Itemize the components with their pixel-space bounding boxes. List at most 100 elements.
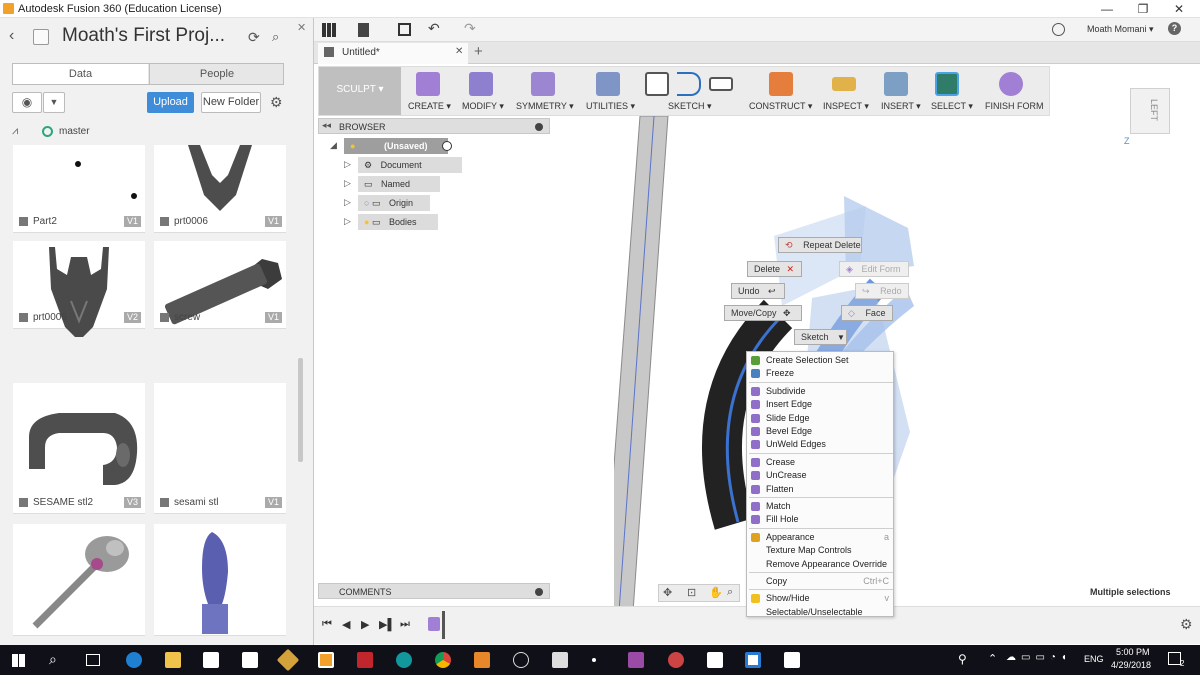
refresh-icon[interactable]: ⟳ [248, 29, 260, 46]
solidworks-icon[interactable] [357, 652, 373, 668]
expand-arrow-icon[interactable]: ▷ [344, 178, 351, 189]
timeline-settings-gear-icon[interactable]: ⚙ [1180, 616, 1193, 633]
viewcube-face-label[interactable]: LEFT [1149, 99, 1159, 121]
browser-root-node[interactable]: ● (Unsaved) [344, 138, 448, 154]
mail-icon[interactable] [242, 652, 258, 668]
utilities-icon[interactable] [596, 72, 620, 96]
app-paint-icon[interactable] [628, 652, 644, 668]
settings-gear-icon[interactable]: ⚙ [270, 94, 283, 111]
app-doc-icon[interactable] [552, 652, 568, 668]
view-toggle-button[interactable]: ◉ [12, 92, 42, 113]
file-explorer-icon[interactable] [165, 652, 181, 668]
step-forward-icon[interactable]: ▶▌ [379, 618, 395, 631]
insert-menu[interactable]: INSERT ▾ [881, 101, 921, 112]
context-menu-item[interactable]: Freeze [747, 367, 893, 380]
context-menu-item[interactable]: Match [747, 500, 893, 513]
activate-radio-icon[interactable] [442, 141, 452, 151]
lightbulb-icon[interactable]: ● [364, 217, 369, 227]
data-item-card[interactable]: SESAME stl2 V3 [13, 383, 145, 514]
browser-header[interactable]: ◂◂ BROWSER [318, 118, 550, 134]
start-windows-icon[interactable] [12, 654, 25, 667]
edit-form-button[interactable]: ◈ Edit Form [839, 261, 909, 277]
task-view-icon[interactable] [86, 654, 100, 666]
context-menu-item[interactable]: Appearance a [747, 531, 893, 544]
document-tab[interactable]: Untitled* ✕ [318, 43, 468, 64]
tray-icons[interactable]: ☁▭▭◔◖ [1006, 652, 1072, 663]
data-item-card[interactable]: prt0006 V1 [154, 145, 286, 233]
browser-node[interactable]: ○ ▭ Origin [358, 195, 430, 211]
insert-image-icon[interactable] [884, 72, 908, 96]
context-menu-item[interactable]: Fill Hole [747, 513, 893, 526]
pan-hand-icon[interactable]: ✋ [709, 586, 723, 599]
job-status-icon[interactable] [1052, 23, 1065, 36]
play-icon[interactable]: ▶ [361, 618, 369, 631]
context-menu-item[interactable]: Crease [747, 456, 893, 469]
select-icon[interactable] [935, 72, 959, 96]
construct-icon[interactable] [769, 72, 793, 96]
search-icon[interactable]: ⌕ [49, 651, 57, 668]
user-menu[interactable]: Moath Momani ▾ [1087, 24, 1154, 35]
context-menu-item[interactable]: Insert Edge [747, 398, 893, 411]
expand-arrow-icon[interactable]: ▷ [344, 197, 351, 208]
browser-node[interactable]: ▭ Named Views [358, 176, 440, 205]
data-item-card[interactable] [154, 524, 286, 636]
app-note-icon[interactable] [707, 652, 723, 668]
project-title[interactable]: Moath's First Proj... [62, 25, 225, 47]
lightbulb-off-icon[interactable]: ○ [364, 198, 369, 208]
sketch-icon[interactable] [645, 72, 669, 96]
people-icon[interactable]: ⚲ [958, 652, 967, 666]
sketch-dropdown-button[interactable]: Sketch ▼ [794, 329, 847, 345]
context-menu-item[interactable]: Remove Appearance Override [747, 558, 893, 571]
comments-panel[interactable]: COMMENTS [318, 583, 550, 599]
go-to-end-icon[interactable]: ⏭ [400, 618, 410, 631]
fusion360-icon[interactable] [318, 652, 334, 668]
select-menu[interactable]: SELECT ▾ [931, 101, 973, 112]
sketch-menu[interactable]: SKETCH ▾ [668, 101, 712, 112]
app-circle-icon[interactable] [513, 652, 529, 668]
tab-data[interactable]: Data [13, 64, 148, 84]
inspect-menu[interactable]: INSPECT ▾ [823, 101, 869, 112]
branch-label[interactable]: master [59, 126, 90, 137]
face-button[interactable]: ◇ Face [841, 305, 893, 321]
look-at-icon[interactable]: ⊡ [687, 586, 696, 599]
redo-icon[interactable]: ↷ [464, 20, 476, 37]
modify-menu[interactable]: MODIFY ▾ [462, 101, 504, 112]
data-item-card[interactable] [13, 524, 145, 636]
viewcube[interactable]: LEFT [1130, 88, 1170, 134]
clock-date[interactable]: 4/29/2018 [1111, 660, 1151, 670]
context-menu-item[interactable]: Selectable/Unselectable [747, 606, 893, 619]
app-model-icon[interactable] [668, 652, 684, 668]
expand-arrow-icon[interactable]: ◢ [330, 140, 337, 151]
close-tab-button[interactable]: ✕ [455, 46, 463, 57]
app-icon[interactable] [276, 648, 300, 672]
scrollbar-thumb[interactable] [298, 358, 303, 462]
workspace-switcher[interactable]: SCULPT ▾ [319, 67, 401, 115]
data-item-card[interactable]: sesami stl V1 [154, 383, 286, 514]
back-chevron-icon[interactable]: ‹ [9, 27, 14, 45]
context-menu-item[interactable]: Copy Ctrl+C [747, 575, 893, 588]
orbit-icon[interactable]: ✥ [663, 586, 672, 599]
new-folder-button[interactable]: New Folder [201, 92, 261, 113]
close-window-button[interactable]: ✕ [1156, 0, 1200, 18]
pin-icon[interactable] [535, 123, 543, 131]
rectangle-icon[interactable] [709, 77, 733, 91]
language-indicator[interactable]: ENG [1084, 654, 1104, 664]
finish-form-button[interactable]: FINISH FORM [985, 101, 1044, 111]
app-e-icon[interactable] [474, 652, 490, 668]
context-menu-item[interactable]: Create Selection Set [747, 354, 893, 367]
context-menu-item[interactable]: Subdivide [747, 385, 893, 398]
construct-menu[interactable]: CONSTRUCT ▾ [749, 101, 812, 112]
new-tab-button[interactable]: + [474, 43, 483, 60]
context-menu-item[interactable]: Show/Hide v [747, 592, 893, 605]
utilities-menu[interactable]: UTILITIES ▾ [586, 101, 635, 112]
inspect-icon[interactable] [832, 77, 856, 91]
data-item-card[interactable]: Part2 V1 [13, 145, 145, 233]
delete-button[interactable]: Delete ✕ [747, 261, 802, 277]
dropdown-chevron-icon[interactable]: ▼ [43, 92, 65, 113]
edge-icon[interactable] [126, 652, 142, 668]
context-menu-item[interactable]: UnWeld Edges [747, 438, 893, 451]
step-back-icon[interactable]: ◀ [342, 618, 350, 631]
expand-arrow-icon[interactable]: ▷ [344, 216, 351, 227]
undo-button[interactable]: Undo ↩ [731, 283, 785, 299]
context-menu-item[interactable]: Slide Edge [747, 412, 893, 425]
